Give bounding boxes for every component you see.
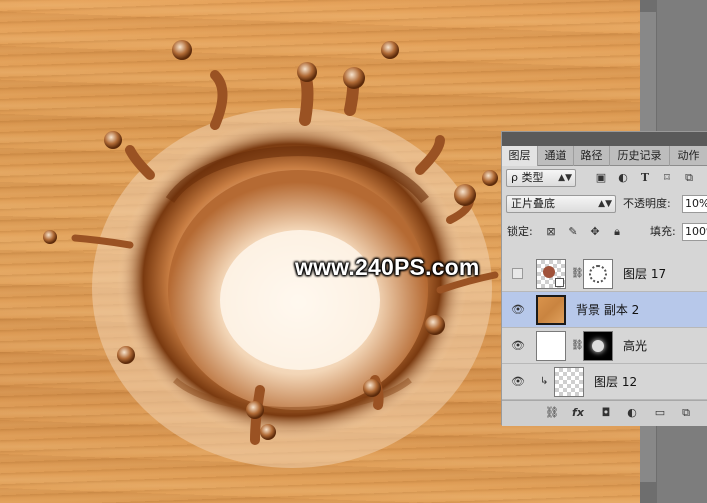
layers-panel: 图层 通道 路径 历史记录 动作 ρ 类型 ▲▼ ▣ ◐ T ⌑ ⧉ 正片叠底 … <box>501 131 707 426</box>
layer-thumbnail <box>536 331 566 361</box>
add-mask-icon[interactable]: ◘ <box>598 405 614 421</box>
fill-label: 填充: <box>650 225 676 238</box>
opacity-label: 不透明度: <box>623 197 671 210</box>
adjustment-filter-icon[interactable]: ◐ <box>614 169 632 187</box>
layer-mask-thumbnail[interactable] <box>583 259 613 289</box>
visibility-toggle-off[interactable] <box>512 268 523 279</box>
lock-position-icon[interactable]: ✥ <box>586 223 604 241</box>
layer-name[interactable]: 图层 12 <box>594 373 637 391</box>
link-layers-icon[interactable]: ⛓ <box>544 405 560 421</box>
filter-row: ρ 类型 ▲▼ ▣ ◐ T ⌑ ⧉ <box>502 169 707 189</box>
lock-row: 锁定: ⊠ ✎ ✥ 🔒︎ 填充: 100% <box>502 223 707 243</box>
panel-footer: ⛓ fx ◘ ◐ ▭ ⧉ <box>502 400 707 426</box>
mask-content <box>592 340 604 352</box>
lock-transparent-pixels-icon[interactable]: ⊠ <box>542 223 560 241</box>
fx-icon[interactable]: fx <box>570 405 586 421</box>
lock-all-icon[interactable]: 🔒︎ <box>608 223 626 241</box>
clipping-arrow-icon: ↳ <box>540 376 549 387</box>
lock-image-pixels-icon[interactable]: ✎ <box>564 223 582 241</box>
tab-layers[interactable]: 图层 <box>502 146 538 166</box>
layer-name[interactable]: 背景 副本 2 <box>576 301 639 319</box>
eye-icon[interactable]: 👁︎ <box>511 375 525 389</box>
chevron-down-icon: ▲▼ <box>598 199 612 209</box>
shape-filter-icon[interactable]: ⌑ <box>658 169 676 187</box>
tab-actions[interactable]: 动作 <box>670 146 707 166</box>
mask-content <box>589 265 607 283</box>
layer-row-selected[interactable]: 👁︎ 背景 副本 2 <box>502 292 707 328</box>
blend-mode-select[interactable]: 正片叠底 ▲▼ <box>506 195 616 213</box>
watermark-text: www.240PS.com <box>295 254 480 280</box>
chain-link-icon[interactable]: ⛓ <box>571 340 584 352</box>
blend-mode-label: 正片叠底 <box>511 197 555 210</box>
blend-row: 正片叠底 ▲▼ 不透明度: 10% <box>502 195 707 215</box>
panel-tabs: 图层 通道 路径 历史记录 动作 <box>502 146 707 166</box>
new-layer-icon[interactable]: ⧉ <box>678 405 694 421</box>
layer-thumbnail <box>536 295 566 325</box>
layer-row[interactable]: 👁︎ ⛓ 高光 <box>502 328 707 364</box>
layer-row[interactable]: ⛓ 图层 17 <box>502 256 707 292</box>
eye-icon[interactable]: 👁︎ <box>511 339 525 353</box>
lock-label: 锁定: <box>507 225 533 238</box>
opacity-input[interactable]: 10% <box>682 195 707 213</box>
filter-type-label: ρ 类型 <box>511 171 544 184</box>
smart-object-badge-icon <box>555 278 564 287</box>
chevron-down-icon: ▲▼ <box>558 173 572 183</box>
new-group-icon[interactable]: ▭ <box>652 405 668 421</box>
fill-input[interactable]: 100% <box>682 223 707 241</box>
tab-paths[interactable]: 路径 <box>574 146 610 166</box>
eye-icon[interactable]: 👁︎ <box>511 303 525 317</box>
tab-history[interactable]: 历史记录 <box>610 146 670 166</box>
layer-thumbnail <box>536 259 566 289</box>
type-filter-icon[interactable]: T <box>636 169 654 187</box>
image-filter-icon[interactable]: ▣ <box>592 169 610 187</box>
smart-object-filter-icon[interactable]: ⧉ <box>680 169 698 187</box>
layer-thumbnail <box>554 367 584 397</box>
tab-channels[interactable]: 通道 <box>538 146 574 166</box>
layer-mask-thumbnail[interactable] <box>583 331 613 361</box>
thumbnail-content <box>543 266 555 278</box>
layer-row[interactable]: 👁︎ ↳ 图层 12 <box>502 364 707 400</box>
layer-name[interactable]: 图层 17 <box>623 265 666 283</box>
filter-type-select[interactable]: ρ 类型 ▲▼ <box>506 169 576 187</box>
chain-link-icon[interactable]: ⛓ <box>571 268 584 280</box>
adjustment-layer-icon[interactable]: ◐ <box>624 405 640 421</box>
layer-name[interactable]: 高光 <box>623 337 647 355</box>
panel-title-bar[interactable] <box>502 132 707 146</box>
